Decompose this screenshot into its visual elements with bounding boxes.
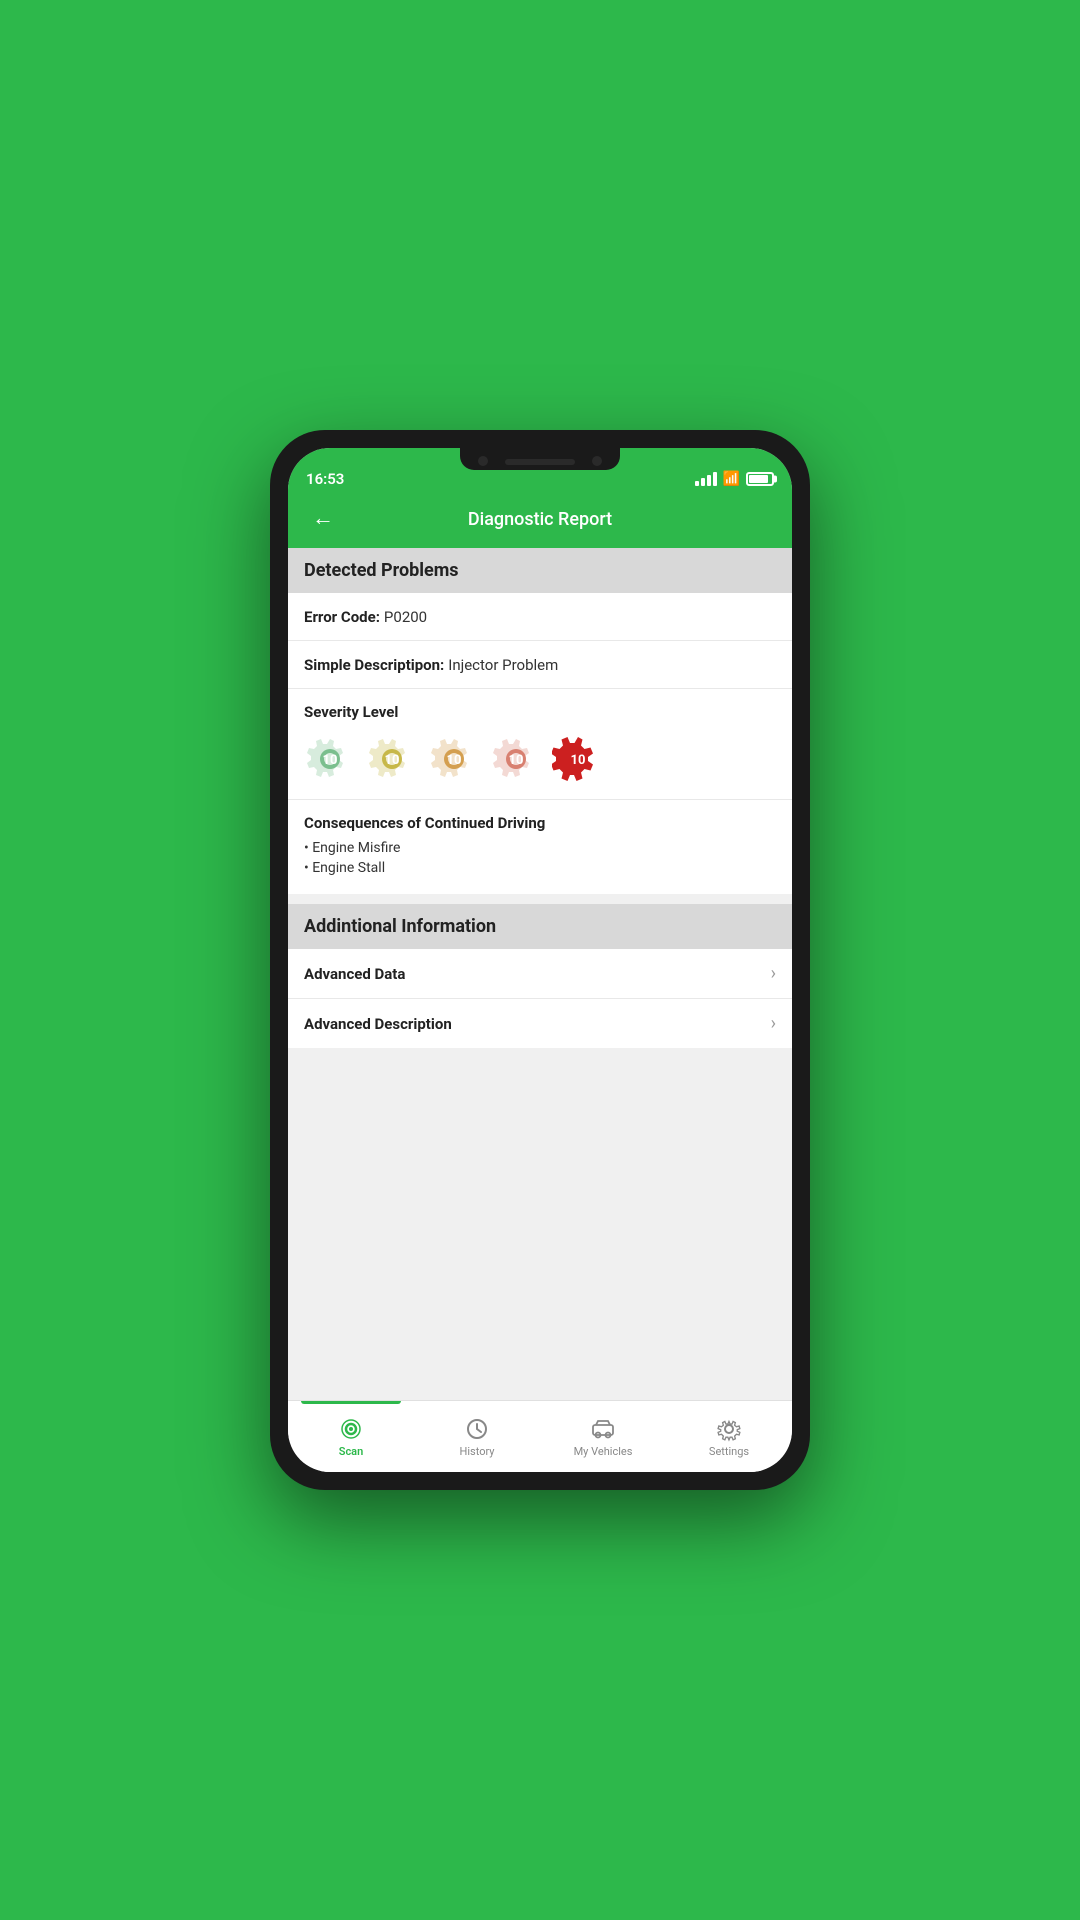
status-time: 16:53	[306, 470, 344, 488]
consequence-2: • Engine Stall	[304, 860, 776, 876]
advanced-data-label: Advanced Data	[304, 965, 405, 983]
back-button[interactable]: ←	[304, 504, 342, 534]
simple-desc-row: Simple Descriptipon: Injector Problem	[288, 641, 792, 689]
advanced-description-chevron: ›	[771, 1013, 776, 1034]
nav-item-history[interactable]: History	[414, 1401, 540, 1472]
content-area: Detected Problems Error Code: P0200 Simp…	[288, 548, 792, 1400]
status-icons: 📶	[695, 471, 774, 487]
wifi-icon: 📶	[723, 471, 740, 487]
consequences-title: Consequences of Continued Driving	[304, 814, 776, 832]
nav-item-settings[interactable]: Settings	[666, 1401, 792, 1472]
svg-text:10: 10	[323, 753, 338, 768]
simple-desc-value: Injector Problem	[448, 656, 558, 674]
svg-text:10: 10	[447, 753, 462, 768]
my-vehicles-icon	[590, 1416, 616, 1442]
error-code-row: Error Code: P0200	[288, 593, 792, 641]
advanced-data-row[interactable]: Advanced Data ›	[288, 949, 792, 999]
detected-problems-title: Detected Problems	[304, 560, 459, 581]
nav-history-label: History	[460, 1445, 495, 1458]
consequences-list: • Engine Misfire • Engine Stall	[304, 840, 776, 876]
consequences-row: Consequences of Continued Driving • Engi…	[288, 800, 792, 894]
svg-text:10: 10	[571, 753, 586, 768]
detected-problems-header: Detected Problems	[288, 548, 792, 593]
nav-item-my-vehicles[interactable]: My Vehicles	[540, 1401, 666, 1472]
severity-label: Severity Level	[304, 703, 776, 721]
severity-gear-2: 10	[366, 733, 418, 785]
consequence-1: • Engine Misfire	[304, 840, 776, 856]
svg-text:10: 10	[385, 753, 400, 768]
nav-settings-label: Settings	[709, 1445, 749, 1458]
severity-gears: 10 10	[304, 733, 776, 785]
severity-row: Severity Level 10	[288, 689, 792, 800]
advanced-description-label: Advanced Description	[304, 1015, 452, 1033]
signal-icon	[695, 472, 717, 486]
error-code-label: Error Code:	[304, 608, 380, 626]
severity-gear-5-active: 10	[552, 733, 604, 785]
settings-icon	[716, 1416, 742, 1442]
app-header: ← Diagnostic Report	[288, 494, 792, 548]
advanced-description-row[interactable]: Advanced Description ›	[288, 999, 792, 1048]
advanced-data-chevron: ›	[771, 963, 776, 984]
additional-info-title: Addintional Information	[304, 916, 496, 937]
battery-icon	[746, 472, 774, 486]
simple-desc-label: Simple Descriptipon:	[304, 656, 444, 674]
scan-icon	[338, 1416, 364, 1442]
severity-gear-1: 10	[304, 733, 356, 785]
severity-gear-3: 10	[428, 733, 480, 785]
nav-item-scan[interactable]: Scan	[288, 1401, 414, 1472]
nav-scan-label: Scan	[339, 1445, 364, 1458]
severity-gear-4: 10	[490, 733, 542, 785]
page-title: Diagnostic Report	[468, 509, 612, 530]
problem-card: Error Code: P0200 Simple Descriptipon: I…	[288, 593, 792, 894]
section-spacer	[288, 894, 792, 904]
bottom-nav: Scan History My Vehicles	[288, 1400, 792, 1472]
svg-text:10: 10	[509, 753, 524, 768]
history-icon	[464, 1416, 490, 1442]
additional-info-header: Addintional Information	[288, 904, 792, 949]
phone-frame: 16:53 📶 ← Diagnostic Report	[270, 430, 810, 1490]
nav-my-vehicles-label: My Vehicles	[574, 1445, 633, 1458]
error-code-value: P0200	[384, 608, 427, 626]
